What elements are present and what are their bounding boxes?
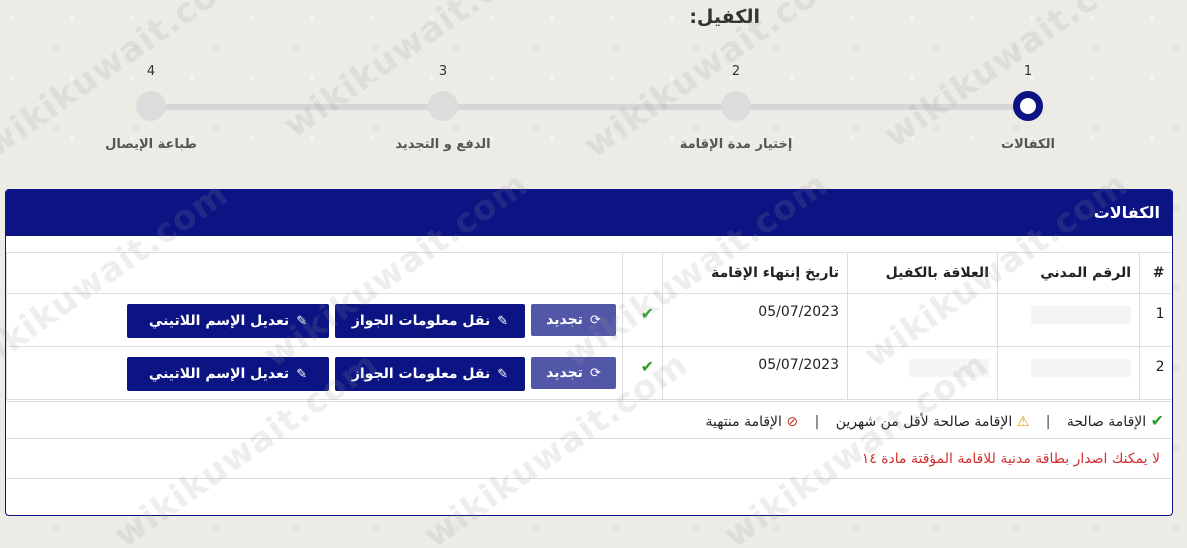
row-relation [847, 293, 998, 347]
renew-button[interactable]: ⟳ تجديد [531, 357, 616, 389]
civil-card-notice: لا يمكنك اصدار بطاقة مدنية للاقامة المؤق… [6, 439, 1172, 479]
redacted-relation [909, 359, 989, 377]
row-relation [847, 346, 998, 400]
row-index: 2 [1139, 346, 1172, 400]
legend-separator: | [1045, 414, 1051, 430]
sponsorships-table: # الرقم المدني العلاقة بالكفيل تاريخ إنت… [6, 252, 1172, 400]
legend-separator: | [814, 414, 820, 430]
step-label: طباعة الإيصال [105, 137, 197, 152]
redacted-civil-id [1031, 359, 1131, 377]
row-civil-id [997, 293, 1140, 347]
refresh-icon: ⟳ [589, 312, 601, 328]
table-row: 1 05/07/2023 ✔ ⟳ تجديد ✎ نقل معلومات الج… [6, 293, 1172, 347]
sponsorships-table-wrap: # الرقم المدني العلاقة بالكفيل تاريخ إنت… [6, 252, 1172, 400]
step-dot-active [1013, 91, 1043, 121]
header-status [622, 252, 663, 294]
edit-latin-name-button[interactable]: ✎ تعديل الإسم اللاتيني [127, 304, 329, 338]
edit-icon: ✎ [296, 366, 308, 382]
header-civil-id: الرقم المدني [997, 252, 1140, 294]
row-actions: ⟳ تجديد ✎ نقل معلومات الجواز ✎ تعديل الإ… [6, 293, 623, 347]
edit-icon: ✎ [497, 366, 509, 382]
renew-button-label: تجديد [546, 312, 583, 328]
redacted-civil-id [1031, 306, 1131, 324]
edit-latin-name-button[interactable]: ✎ تعديل الإسم اللاتيني [127, 357, 329, 391]
legend-valid: الإقامة صالحة [1066, 414, 1147, 430]
header-relation: العلاقة بالكفيل [847, 252, 998, 294]
edit-icon: ✎ [497, 313, 509, 329]
legend-expired: الإقامة منتهية [705, 414, 782, 430]
step-number: 3 [438, 64, 448, 79]
step-number: 1 [1023, 64, 1033, 79]
header-actions [6, 252, 623, 294]
renew-button-label: تجديد [546, 365, 583, 381]
transfer-passport-label: نقل معلومات الجواز [351, 366, 491, 382]
transfer-passport-label: نقل معلومات الجواز [351, 313, 491, 329]
sponsorships-panel: الكفالات # الرقم المدني العلاقة بالكفيل … [5, 189, 1173, 516]
row-expiry: 05/07/2023 [662, 293, 848, 347]
step-dot [721, 91, 751, 121]
step-label: الكفالات [1001, 137, 1055, 152]
ban-icon: ⊘ [786, 414, 799, 430]
transfer-passport-button[interactable]: ✎ نقل معلومات الجواز [335, 357, 525, 391]
refresh-icon: ⟳ [589, 365, 601, 381]
edit-latin-name-label: تعديل الإسم اللاتيني [148, 366, 290, 382]
status-legend: ✔ الإقامة صالحة | ⚠ الإقامة صالحة لأقل م… [6, 401, 1172, 439]
transfer-passport-button[interactable]: ✎ نقل معلومات الجواز [335, 304, 525, 338]
step-number: 2 [731, 64, 741, 79]
row-civil-id [997, 346, 1140, 400]
row-expiry: 05/07/2023 [662, 346, 848, 400]
row-status: ✔ [622, 293, 663, 347]
header-expiry: تاريخ إنتهاء الإقامة [662, 252, 848, 294]
renew-button[interactable]: ⟳ تجديد [531, 304, 616, 336]
step-label: إختيار مدة الإقامة [679, 137, 793, 152]
panel-title: الكفالات [6, 190, 1172, 236]
step-dot [136, 91, 166, 121]
page-title: الكفيل: [689, 6, 760, 28]
legend-expiring: الإقامة صالحة لأقل من شهرين [835, 414, 1013, 430]
row-status: ✔ [622, 346, 663, 400]
step-number: 4 [146, 64, 156, 79]
step-dot [428, 91, 458, 121]
edit-latin-name-label: تعديل الإسم اللاتيني [148, 313, 290, 329]
row-index: 1 [1139, 293, 1172, 347]
header-index: # [1139, 252, 1172, 294]
check-icon: ✔ [640, 304, 654, 323]
check-icon: ✔ [640, 357, 654, 376]
step-label: الدفع و التجديد [395, 137, 491, 152]
table-header-row: # الرقم المدني العلاقة بالكفيل تاريخ إنت… [6, 252, 1172, 294]
warning-icon: ⚠ [1016, 414, 1030, 430]
edit-icon: ✎ [296, 313, 308, 329]
row-actions: ⟳ تجديد ✎ نقل معلومات الجواز ✎ تعديل الإ… [6, 346, 623, 400]
table-row: 2 05/07/2023 ✔ ⟳ تجديد ✎ نقل معلومات الج… [6, 346, 1172, 400]
stepper-track [150, 104, 1028, 110]
progress-stepper: 1 الكفالات 2 إختيار مدة الإقامة 3 الدفع … [0, 62, 1187, 162]
check-icon: ✔ [1150, 411, 1164, 430]
